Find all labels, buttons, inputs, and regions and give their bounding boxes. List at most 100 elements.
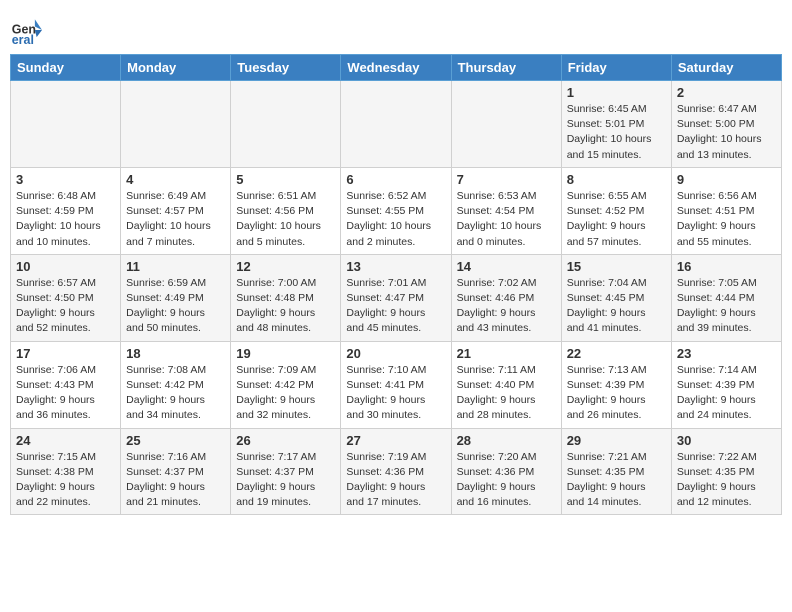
calendar-cell [121,81,231,168]
calendar-cell: 13 Sunrise: 7:01 AM Sunset: 4:47 PM Dayli… [341,254,451,341]
calendar-cell: 30 Sunrise: 7:22 AM Sunset: 4:35 PM Dayli… [671,428,781,515]
day-info: Sunrise: 7:06 AM Sunset: 4:43 PM Dayligh… [16,363,115,424]
day-number: 22 [567,346,666,361]
day-number: 3 [16,172,115,187]
day-info: Sunrise: 7:00 AM Sunset: 4:48 PM Dayligh… [236,276,335,337]
calendar-cell: 25Sunrise: 7:16 AM Sunset: 4:37 PM Dayli… [121,428,231,515]
calendar-cell: 28Sunrise: 7:20 AM Sunset: 4:36 PM Dayli… [451,428,561,515]
calendar-cell: 29 Sunrise: 7:21 AM Sunset: 4:35 PM Dayli… [561,428,671,515]
day-number: 24 [16,433,115,448]
day-number: 7 [457,172,556,187]
calendar-cell: 14 Sunrise: 7:02 AM Sunset: 4:46 PM Dayli… [451,254,561,341]
week-row-5: 24 Sunrise: 7:15 AM Sunset: 4:38 PM Dayli… [11,428,782,515]
day-info: Sunrise: 6:56 AM Sunset: 4:51 PM Dayligh… [677,189,776,250]
day-number: 15 [567,259,666,274]
day-number: 8 [567,172,666,187]
week-row-1: 1 Sunrise: 6:45 AM Sunset: 5:01 PM Daylig… [11,81,782,168]
calendar-cell: 26 Sunrise: 7:17 AM Sunset: 4:37 PM Dayli… [231,428,341,515]
day-number: 21 [457,346,556,361]
day-info: Sunrise: 6:53 AM Sunset: 4:54 PM Dayligh… [457,189,556,250]
weekday-header-friday: Friday [561,55,671,81]
calendar-cell: 15 Sunrise: 7:04 AM Sunset: 4:45 PM Dayli… [561,254,671,341]
day-number: 19 [236,346,335,361]
calendar-table: SundayMondayTuesdayWednesdayThursdayFrid… [10,54,782,515]
day-info: Sunrise: 7:09 AM Sunset: 4:42 PM Dayligh… [236,363,335,424]
day-number: 11 [126,259,225,274]
day-info: Sunrise: 7:22 AM Sunset: 4:35 PM Dayligh… [677,450,776,511]
calendar-cell: 24 Sunrise: 7:15 AM Sunset: 4:38 PM Dayli… [11,428,121,515]
svg-text:eral: eral [12,33,34,46]
day-info: Sunrise: 7:15 AM Sunset: 4:38 PM Dayligh… [16,450,115,511]
day-number: 16 [677,259,776,274]
weekday-header-tuesday: Tuesday [231,55,341,81]
week-row-3: 10 Sunrise: 6:57 AM Sunset: 4:50 PM Dayli… [11,254,782,341]
day-number: 2 [677,85,776,100]
day-info: Sunrise: 6:51 AM Sunset: 4:56 PM Dayligh… [236,189,335,250]
day-info: Sunrise: 7:10 AM Sunset: 4:41 PM Dayligh… [346,363,445,424]
weekday-header-wednesday: Wednesday [341,55,451,81]
calendar-cell: 22 Sunrise: 7:13 AM Sunset: 4:39 PM Dayli… [561,341,671,428]
day-number: 10 [16,259,115,274]
calendar-cell: 2 Sunrise: 6:47 AM Sunset: 5:00 PM Daylig… [671,81,781,168]
day-info: Sunrise: 7:11 AM Sunset: 4:40 PM Dayligh… [457,363,556,424]
day-info: Sunrise: 7:04 AM Sunset: 4:45 PM Dayligh… [567,276,666,337]
day-number: 14 [457,259,556,274]
day-info: Sunrise: 7:02 AM Sunset: 4:46 PM Dayligh… [457,276,556,337]
week-row-2: 3 Sunrise: 6:48 AM Sunset: 4:59 PM Daylig… [11,167,782,254]
day-number: 6 [346,172,445,187]
calendar-cell: 12 Sunrise: 7:00 AM Sunset: 4:48 PM Dayli… [231,254,341,341]
calendar-cell: 27 Sunrise: 7:19 AM Sunset: 4:36 PM Dayli… [341,428,451,515]
day-info: Sunrise: 6:47 AM Sunset: 5:00 PM Dayligh… [677,102,776,163]
day-number: 25 [126,433,225,448]
day-number: 27 [346,433,445,448]
day-info: Sunrise: 6:57 AM Sunset: 4:50 PM Dayligh… [16,276,115,337]
calendar-cell [11,81,121,168]
calendar-cell: 23 Sunrise: 7:14 AM Sunset: 4:39 PM Dayli… [671,341,781,428]
weekday-header-row: SundayMondayTuesdayWednesdayThursdayFrid… [11,55,782,81]
calendar-cell: 11 Sunrise: 6:59 AM Sunset: 4:49 PM Dayli… [121,254,231,341]
weekday-header-monday: Monday [121,55,231,81]
day-info: Sunrise: 7:14 AM Sunset: 4:39 PM Dayligh… [677,363,776,424]
page-header: Gen eral [10,10,782,46]
weekday-header-saturday: Saturday [671,55,781,81]
calendar-cell: 21 Sunrise: 7:11 AM Sunset: 4:40 PM Dayli… [451,341,561,428]
day-info: Sunrise: 6:59 AM Sunset: 4:49 PM Dayligh… [126,276,225,337]
day-number: 17 [16,346,115,361]
calendar-cell: 17 Sunrise: 7:06 AM Sunset: 4:43 PM Dayli… [11,341,121,428]
calendar-cell: 1 Sunrise: 6:45 AM Sunset: 5:01 PM Daylig… [561,81,671,168]
day-info: Sunrise: 6:49 AM Sunset: 4:57 PM Dayligh… [126,189,225,250]
calendar-cell [341,81,451,168]
calendar-cell: 4 Sunrise: 6:49 AM Sunset: 4:57 PM Daylig… [121,167,231,254]
day-info: Sunrise: 6:55 AM Sunset: 4:52 PM Dayligh… [567,189,666,250]
day-info: Sunrise: 7:21 AM Sunset: 4:35 PM Dayligh… [567,450,666,511]
day-info: Sunrise: 7:17 AM Sunset: 4:37 PM Dayligh… [236,450,335,511]
logo: Gen eral [10,14,46,46]
day-number: 5 [236,172,335,187]
calendar-cell: 3 Sunrise: 6:48 AM Sunset: 4:59 PM Daylig… [11,167,121,254]
calendar-cell: 20Sunrise: 7:10 AM Sunset: 4:41 PM Dayli… [341,341,451,428]
day-info: Sunrise: 6:45 AM Sunset: 5:01 PM Dayligh… [567,102,666,163]
day-info: Sunrise: 6:52 AM Sunset: 4:55 PM Dayligh… [346,189,445,250]
day-number: 28 [457,433,556,448]
day-number: 12 [236,259,335,274]
logo-icon: Gen eral [10,14,42,46]
day-number: 30 [677,433,776,448]
calendar-cell: 8 Sunrise: 6:55 AM Sunset: 4:52 PM Daylig… [561,167,671,254]
day-info: Sunrise: 6:48 AM Sunset: 4:59 PM Dayligh… [16,189,115,250]
day-number: 1 [567,85,666,100]
calendar-cell: 19 Sunrise: 7:09 AM Sunset: 4:42 PM Dayli… [231,341,341,428]
day-number: 26 [236,433,335,448]
calendar-cell: 18 Sunrise: 7:08 AM Sunset: 4:42 PM Dayli… [121,341,231,428]
day-number: 13 [346,259,445,274]
day-info: Sunrise: 7:01 AM Sunset: 4:47 PM Dayligh… [346,276,445,337]
week-row-4: 17 Sunrise: 7:06 AM Sunset: 4:43 PM Dayli… [11,341,782,428]
day-number: 23 [677,346,776,361]
day-info: Sunrise: 7:08 AM Sunset: 4:42 PM Dayligh… [126,363,225,424]
day-number: 4 [126,172,225,187]
day-number: 29 [567,433,666,448]
day-info: Sunrise: 7:13 AM Sunset: 4:39 PM Dayligh… [567,363,666,424]
day-number: 18 [126,346,225,361]
day-info: Sunrise: 7:19 AM Sunset: 4:36 PM Dayligh… [346,450,445,511]
calendar-cell: 9Sunrise: 6:56 AM Sunset: 4:51 PM Daylig… [671,167,781,254]
calendar-cell: 5 Sunrise: 6:51 AM Sunset: 4:56 PM Daylig… [231,167,341,254]
